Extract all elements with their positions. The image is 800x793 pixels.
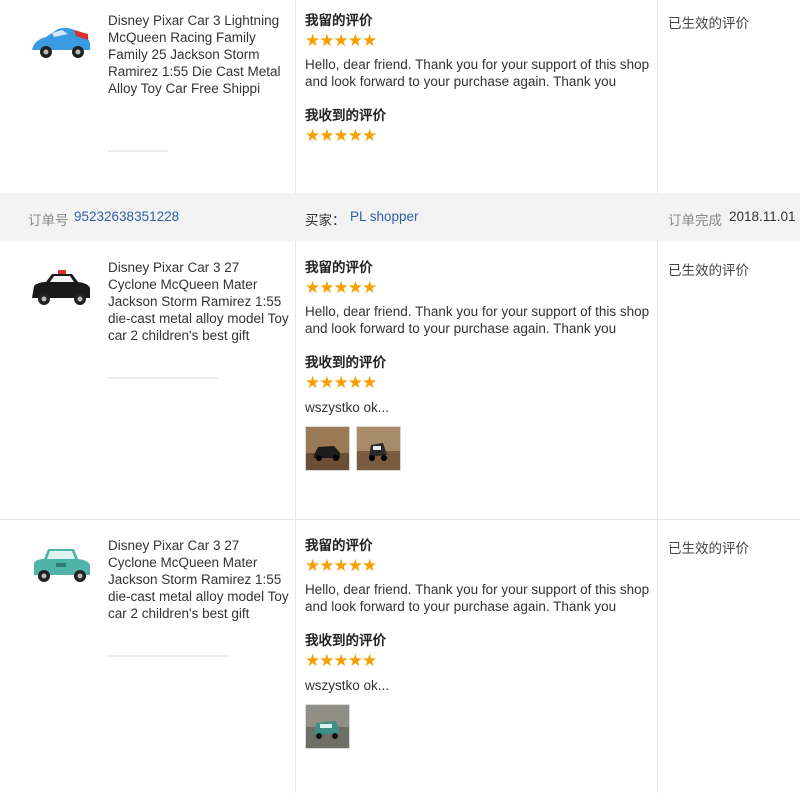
review-column: 我留的评价 ★★★★★ Hello, dear friend. Thank yo…	[305, 537, 650, 749]
buyer-name-link[interactable]: PL shopper	[350, 209, 419, 224]
my-rating-stars: ★★★★★	[305, 31, 377, 50]
product-thumbnail[interactable]	[28, 266, 94, 310]
received-rating-stars: ★★★★★	[305, 126, 377, 145]
my-review-label: 我留的评价	[305, 538, 373, 553]
my-rating-stars: ★★★★★	[305, 278, 377, 297]
faded-text	[108, 655, 228, 657]
review-block: Disney Pixar Car 3 27 Cyclone McQueen Ma…	[0, 519, 800, 793]
review-block: Disney Pixar Car 3 Lightning McQueen Rac…	[0, 0, 800, 194]
column-divider	[657, 0, 658, 193]
review-photo[interactable]	[356, 426, 401, 471]
order-completed-label: 订单完成	[668, 213, 722, 228]
my-review-text: Hello, dear friend. Thank you for your s…	[305, 582, 650, 614]
product-title[interactable]: Disney Pixar Car 3 27 Cyclone McQueen Ma…	[108, 537, 290, 622]
faded-text	[108, 150, 168, 152]
received-rating-stars: ★★★★★	[305, 373, 377, 392]
received-review-text: wszystko ok...	[305, 678, 390, 693]
product-title[interactable]: Disney Pixar Car 3 Lightning McQueen Rac…	[108, 12, 290, 97]
my-rating-stars: ★★★★★	[305, 556, 377, 575]
order-number-label: 订单号	[28, 213, 69, 228]
my-review-label: 我留的评价	[305, 260, 373, 275]
received-review-label: 我收到的评价	[305, 108, 386, 123]
review-column: 我留的评价 ★★★★★ Hello, dear friend. Thank yo…	[305, 259, 650, 471]
received-review-text: wszystko ok...	[305, 400, 390, 415]
review-status: 已生效的评价	[668, 541, 749, 556]
column-divider	[657, 241, 658, 519]
review-status: 已生效的评价	[668, 16, 749, 31]
review-column: 我留的评价 ★★★★★ Hello, dear friend. Thank yo…	[305, 12, 650, 146]
received-review-label: 我收到的评价	[305, 355, 386, 370]
order-number-link[interactable]: 95232638351228	[74, 209, 179, 224]
column-divider	[657, 519, 658, 793]
review-status: 已生效的评价	[668, 263, 749, 278]
review-photo[interactable]	[305, 426, 350, 471]
review-photos	[305, 704, 650, 749]
order-info-bar: 订单号 95232638351228 买家： PL shopper 订单完成 2…	[0, 193, 800, 241]
column-divider	[295, 241, 296, 519]
my-review-text: Hello, dear friend. Thank you for your s…	[305, 57, 650, 89]
order-completed-date: 2018.11.01	[729, 209, 796, 224]
column-divider	[295, 0, 296, 193]
my-review-text: Hello, dear friend. Thank you for your s…	[305, 304, 650, 336]
column-divider	[295, 519, 296, 793]
received-rating-stars: ★★★★★	[305, 651, 377, 670]
received-review-label: 我收到的评价	[305, 633, 386, 648]
my-review-label: 我留的评价	[305, 13, 373, 28]
review-block: Disney Pixar Car 3 27 Cyclone McQueen Ma…	[0, 241, 800, 520]
feedback-page: Disney Pixar Car 3 Lightning McQueen Rac…	[0, 0, 800, 793]
product-thumbnail[interactable]	[28, 543, 94, 587]
product-thumbnail[interactable]	[28, 20, 94, 64]
product-title[interactable]: Disney Pixar Car 3 27 Cyclone McQueen Ma…	[108, 259, 290, 344]
review-photo[interactable]	[305, 704, 350, 749]
faded-text	[108, 377, 218, 379]
buyer-label: 买家：	[305, 213, 346, 228]
review-photos	[305, 426, 650, 471]
